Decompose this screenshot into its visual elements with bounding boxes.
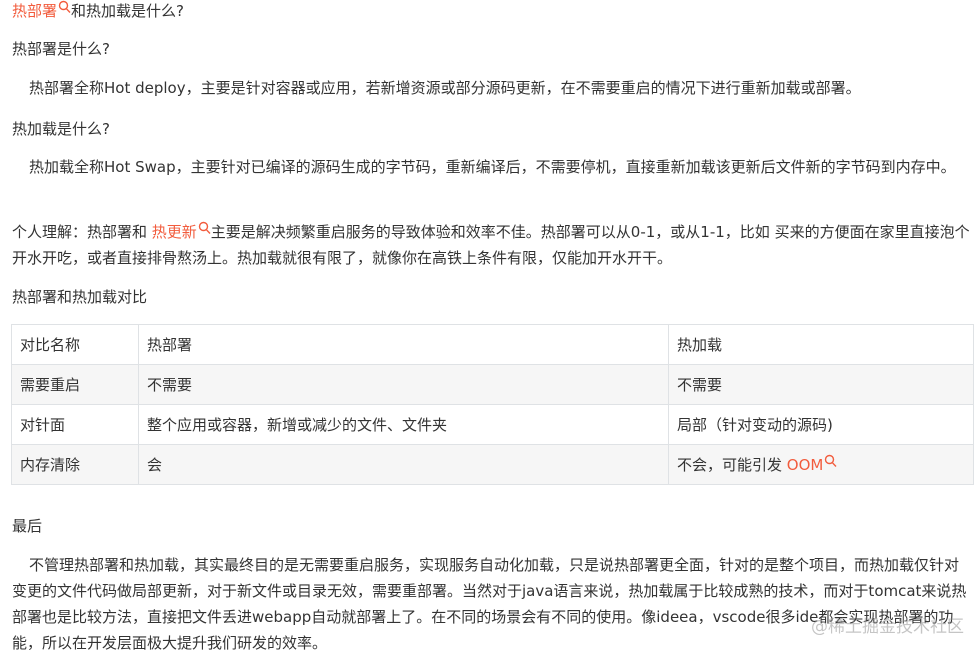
table-row: 对针面 整个应用或容器，新增或减少的文件、文件夹 局部（针对变动的源码)	[11, 404, 974, 445]
question-what-is-hot-deploy: 热部署是什么?	[12, 40, 110, 58]
watermark: @稀土掘金技术社区	[811, 617, 964, 637]
keyword-link-hot-deploy[interactable]: 热部署	[12, 0, 71, 20]
search-icon	[58, 0, 71, 13]
table-cell: 需要重启	[11, 364, 139, 405]
table-header-row: 对比名称 热部署 热加载	[11, 324, 974, 365]
table-cell: 不需要	[668, 364, 974, 405]
keyword-link-oom[interactable]: OOM	[787, 454, 838, 474]
table-cell: 不需要	[138, 364, 669, 405]
heading-comparison: 热部署和热加载对比	[12, 288, 148, 306]
paragraph-conclusion: 不管理热部署和热加载，其实最终目的是无需要重启服务，实现服务自动化加载，只是说热…	[12, 556, 967, 652]
table-cell: 内存清除	[11, 444, 139, 485]
table-header-cell: 热加载	[668, 324, 974, 365]
comparison-table: 对比名称 热部署 热加载 需要重启 不需要 不需要 对针面 整个应用或容器，新增…	[11, 324, 974, 485]
table-cell: 不会，可能引发 OOM	[668, 444, 974, 485]
search-icon	[825, 454, 837, 467]
table-cell: 会	[138, 444, 669, 485]
paragraph-hot-swap-definition: 热加载全称Hot Swap，主要针对已编译的源码生成的字节码，重新编译后，不需要…	[29, 158, 956, 176]
table-row: 需要重启 不需要 不需要	[11, 364, 974, 405]
paragraph-personal-understanding: 个人理解：热部署和 热更新 主要是解决频繁重启服务的导致体验和效率不佳。热部署可以…	[12, 221, 970, 267]
table-cell: 对针面	[11, 404, 139, 445]
table-cell: 局部（针对变动的源码)	[668, 404, 974, 445]
keyword-link-hot-update[interactable]: 热更新	[152, 221, 211, 241]
table-cell: 整个应用或容器，新增或减少的文件、文件夹	[138, 404, 669, 445]
table-row: 内存清除 会 不会，可能引发 OOM	[11, 444, 974, 485]
search-icon	[198, 221, 211, 234]
heading-conclusion: 最后	[12, 517, 43, 535]
table-header-cell: 对比名称	[11, 324, 139, 365]
table-header-cell: 热部署	[138, 324, 669, 365]
paragraph-hot-deploy-definition: 热部署全称Hot deploy，主要是针对容器或应用，若新增资源或部分源码更新，…	[29, 79, 861, 97]
question-what-is-hot-swap: 热加载是什么?	[12, 120, 110, 138]
article-title: 热部署 和热加载是什么?	[12, 0, 184, 20]
